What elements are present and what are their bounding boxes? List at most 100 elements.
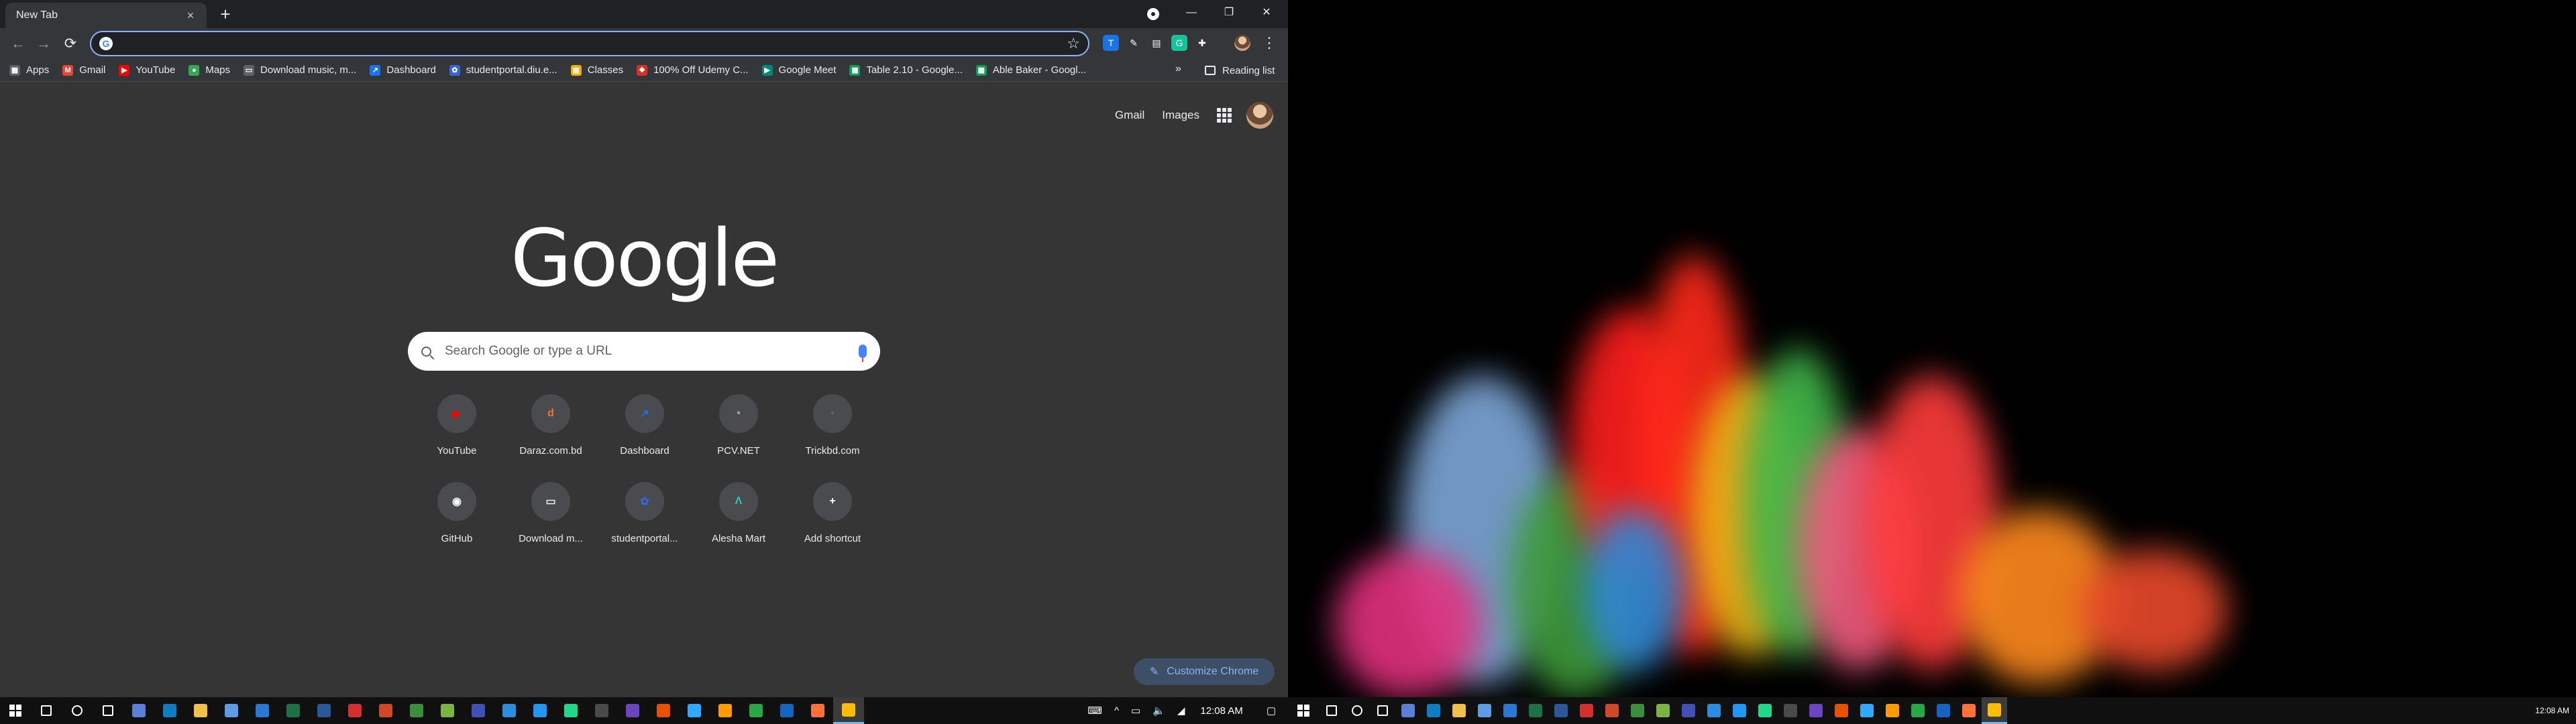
shortcut-tile[interactable]: ◉ GitHub — [410, 482, 504, 544]
wifi-icon[interactable]: ◢ — [1177, 705, 1185, 717]
firefox-icon[interactable] — [802, 697, 833, 724]
edge-icon[interactable] — [1421, 697, 1446, 724]
powerpoint-icon[interactable] — [370, 697, 401, 724]
illustrator-icon[interactable] — [1880, 697, 1905, 724]
bookmark-item[interactable]: ▣ Classes — [570, 64, 623, 76]
customize-chrome-button[interactable]: ✎ Customize Chrome — [1134, 658, 1275, 685]
excel-icon[interactable] — [1523, 697, 1548, 724]
chrome-icon[interactable] — [1982, 697, 2007, 724]
media-icon[interactable] — [525, 697, 555, 724]
pycharm-icon[interactable] — [555, 697, 586, 724]
terminal-icon[interactable] — [586, 697, 617, 724]
snip-icon[interactable] — [1395, 697, 1421, 724]
bookmark-item[interactable]: ▦ Able Baker - Googl... — [975, 64, 1086, 76]
snip-icon[interactable] — [123, 697, 154, 724]
store-icon[interactable] — [1472, 697, 1497, 724]
file-explorer-icon[interactable] — [1446, 697, 1472, 724]
chrome-menu-icon[interactable]: ⋮ — [1261, 34, 1277, 51]
gallery-icon[interactable] — [741, 697, 771, 724]
eyedropper-ext-icon[interactable]: ✎ — [1126, 35, 1142, 51]
mail-icon[interactable] — [247, 697, 278, 724]
task-view-icon[interactable] — [93, 697, 123, 724]
close-window-button[interactable]: ✕ — [1248, 0, 1285, 25]
gallery-icon[interactable] — [1905, 697, 1931, 724]
google-apps-icon[interactable] — [1217, 108, 1232, 123]
remote-icon[interactable] — [1931, 697, 1956, 724]
address-input[interactable] — [121, 37, 1067, 50]
word-icon[interactable] — [309, 697, 339, 724]
new-tab-button[interactable]: + — [216, 5, 235, 24]
edge-icon[interactable] — [154, 697, 185, 724]
chrome-icon[interactable] — [833, 697, 864, 724]
vscode-icon[interactable] — [1701, 697, 1727, 724]
bookmark-item[interactable]: ▶ YouTube — [119, 64, 175, 76]
excel-icon[interactable] — [278, 697, 309, 724]
obs-icon[interactable] — [1803, 697, 1829, 724]
notes-ext-icon[interactable]: ▤ — [1148, 35, 1165, 51]
images-link[interactable]: Images — [1162, 109, 1199, 122]
bookmarks-overflow-button[interactable]: » — [1175, 63, 1181, 75]
translate-ext-icon[interactable]: T — [1103, 35, 1119, 51]
bookmark-item[interactable]: M Gmail — [62, 64, 105, 76]
mail-icon[interactable] — [1497, 697, 1523, 724]
camera-icon[interactable] — [463, 697, 494, 724]
reload-button[interactable]: ⟳ — [60, 34, 80, 54]
file-explorer-icon[interactable] — [185, 697, 216, 724]
keyboard-icon[interactable]: ⌨ — [1087, 705, 1102, 717]
tray-chevron-icon[interactable]: ^ — [1114, 705, 1119, 717]
camera-icon[interactable] — [1676, 697, 1701, 724]
terminal-icon[interactable] — [1778, 697, 1803, 724]
illustrator-icon[interactable] — [710, 697, 741, 724]
acrobat-icon[interactable] — [1574, 697, 1599, 724]
shortcut-tile[interactable]: + Add shortcut — [786, 482, 879, 544]
start-button-right[interactable] — [1288, 697, 1319, 724]
tab-new-tab[interactable]: New Tab × — [5, 3, 207, 28]
clock-right[interactable]: 12:08 AM — [2535, 706, 2569, 715]
bookmark-item[interactable]: ❖ 100% Off Udemy C... — [637, 64, 749, 76]
ntp-search-input[interactable] — [445, 344, 859, 359]
battery-icon[interactable]: ▭ — [1131, 705, 1140, 717]
photoshop-icon[interactable] — [679, 697, 710, 724]
shortcut-tile[interactable]: ▭ Download m... — [504, 482, 598, 544]
microphone-icon[interactable] — [859, 345, 867, 362]
pycharm-icon[interactable] — [1752, 697, 1778, 724]
powerpoint-icon[interactable] — [1599, 697, 1625, 724]
back-button[interactable]: ← — [8, 34, 28, 54]
task-view-icon[interactable] — [1370, 697, 1395, 724]
tab-close-icon[interactable]: × — [182, 9, 199, 23]
start-button[interactable] — [0, 697, 31, 724]
gmail-link[interactable]: Gmail — [1115, 109, 1144, 122]
profile-avatar[interactable] — [1234, 35, 1250, 51]
idm-icon[interactable] — [1625, 697, 1650, 724]
calendar-icon[interactable] — [1829, 697, 1854, 724]
chrome-canary-icon[interactable] — [432, 697, 463, 724]
shortcut-tile[interactable]: ✿ studentportal... — [598, 482, 692, 544]
bookmark-item[interactable]: ▦ Apps — [9, 64, 49, 76]
shortcut-tile[interactable]: d Daraz.com.bd — [504, 394, 598, 457]
bookmark-item[interactable]: ▭ Download music, m... — [244, 64, 356, 76]
shortcut-tile[interactable]: ▪ Trickbd.com — [786, 394, 879, 457]
forward-button[interactable]: → — [34, 34, 54, 54]
bookmark-item[interactable]: ▦ Table 2.10 - Google... — [849, 64, 963, 76]
grammarly-ext-icon[interactable]: G — [1171, 35, 1187, 51]
shortcut-tile[interactable]: • PCV.NET — [692, 394, 786, 457]
shortcut-tile[interactable]: Λ Alesha Mart — [692, 482, 786, 544]
cortana-icon[interactable] — [62, 697, 93, 724]
media-icon[interactable] — [1727, 697, 1752, 724]
calendar-icon[interactable] — [648, 697, 679, 724]
shortcut-tile[interactable]: ▶ YouTube — [410, 394, 504, 457]
maximize-button[interactable]: ❐ — [1210, 0, 1248, 25]
idm-icon[interactable] — [401, 697, 432, 724]
cortana-icon[interactable] — [1344, 697, 1370, 724]
minimize-button[interactable]: — — [1173, 0, 1210, 25]
clock[interactable]: 12:08 AM — [1200, 705, 1242, 717]
address-bar[interactable]: G ☆ — [90, 31, 1089, 56]
search-icon[interactable] — [1319, 697, 1344, 724]
ntp-search-box[interactable] — [408, 332, 880, 371]
notifications-icon[interactable]: ▢ — [1267, 705, 1276, 717]
chrome-canary-icon[interactable] — [1650, 697, 1676, 724]
account-avatar[interactable] — [1246, 102, 1273, 129]
word-icon[interactable] — [1548, 697, 1574, 724]
volume-icon[interactable]: 🔈 — [1152, 705, 1165, 717]
bookmark-item[interactable]: ● Maps — [189, 64, 230, 76]
